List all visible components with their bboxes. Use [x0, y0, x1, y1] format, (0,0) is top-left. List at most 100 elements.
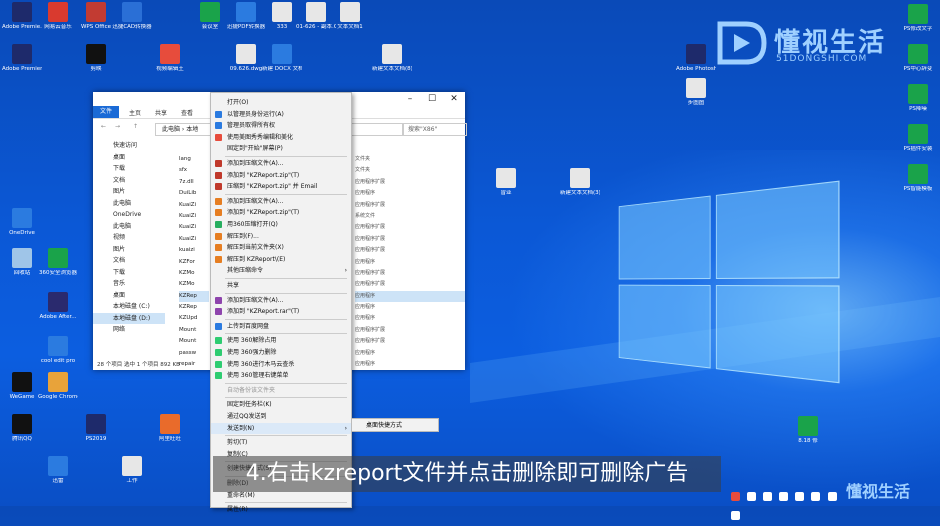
desktop-icon[interactable]: PS插件安装: [898, 124, 938, 152]
context-menu-item[interactable]: 解压到(F)...: [211, 231, 351, 242]
file-row-name[interactable]: KuaiZi: [179, 200, 209, 211]
desktop-icon[interactable]: 迅雷: [38, 456, 78, 484]
file-row-name[interactable]: KuaiZi: [179, 222, 209, 233]
tab-file[interactable]: 文件: [93, 106, 119, 118]
nav-item[interactable]: 音乐: [93, 278, 165, 290]
tray-icon[interactable]: [747, 492, 757, 501]
keyboard-icon[interactable]: [795, 492, 805, 501]
desktop-icon[interactable]: 会议室: [190, 2, 230, 30]
tray-icon[interactable]: [731, 511, 740, 520]
context-menu-item[interactable]: 发送到(N) ›: [211, 422, 351, 434]
desktop-icon[interactable]: 回收站: [2, 248, 42, 276]
desktop-icon[interactable]: 新建文本文档(3): [560, 168, 600, 196]
context-menu-item[interactable]: 添加到 "KZReport.zip"(T): [211, 170, 351, 181]
nav-item[interactable]: 此电脑: [93, 221, 165, 233]
context-menu-item[interactable]: 打开(O): [211, 97, 351, 108]
file-row-name[interactable]: 7z.dll: [179, 177, 209, 188]
forward-arrow-icon[interactable]: →: [115, 123, 120, 130]
context-menu-item[interactable]: 固定到任务栏(K): [211, 399, 351, 410]
desktop-icon[interactable]: 网易云音乐: [38, 2, 78, 30]
nav-item[interactable]: 快速访问: [93, 140, 165, 152]
search-input[interactable]: 搜索"X86": [403, 123, 467, 136]
desktop-icon[interactable]: WeGame: [2, 372, 42, 400]
file-row-name[interactable]: KZRep: [179, 302, 209, 313]
desktop-icon[interactable]: 视频编辑王: [150, 44, 190, 72]
nav-item[interactable]: 此电脑: [93, 198, 165, 210]
desktop-icon[interactable]: Adobe After...: [38, 292, 78, 320]
file-row-name[interactable]: KZFor: [179, 257, 209, 268]
desktop-icon[interactable]: Google Chrome: [38, 372, 78, 400]
nav-item[interactable]: 桌面: [93, 290, 165, 302]
desktop-icon[interactable]: 迅捷CAD转换器: [112, 2, 152, 30]
file-row-name[interactable]: kuaizi: [179, 245, 209, 256]
nav-item[interactable]: 文档: [93, 175, 165, 187]
close-button[interactable]: ✕: [443, 92, 465, 106]
context-menu-item[interactable]: 添加到压缩文件(A)...: [211, 158, 351, 169]
submenu-desktop-shortcut[interactable]: 桌面快捷方式: [351, 418, 439, 432]
file-row-name[interactable]: repair: [179, 359, 209, 370]
back-arrow-icon[interactable]: ←: [101, 123, 106, 130]
context-menu-item[interactable]: 通过QQ发送到: [211, 411, 351, 422]
desktop-icon[interactable]: 迅捷PDF转换器: [226, 2, 266, 30]
context-menu-item[interactable]: 添加到 "KZReport.rar"(T): [211, 306, 351, 317]
context-menu-item[interactable]: 自动备份该文件夹: [211, 385, 351, 396]
desktop-icon[interactable]: PS2019: [76, 414, 116, 442]
nav-item[interactable]: 本地磁盘 (C:): [93, 301, 165, 313]
context-menu-item[interactable]: 添加到压缩文件(A)...: [211, 196, 351, 207]
context-menu-item[interactable]: 添加到压缩文件(A)...: [211, 295, 351, 306]
file-row-name[interactable]: KZMo: [179, 279, 209, 290]
nav-item[interactable]: 图片: [93, 186, 165, 198]
tab-view[interactable]: 查看: [181, 108, 193, 117]
nav-item[interactable]: 视频: [93, 232, 165, 244]
nav-item[interactable]: 文档: [93, 255, 165, 267]
file-row-name[interactable]: DuiLib: [179, 188, 209, 199]
desktop-icon[interactable]: Adobe Photosh...: [676, 44, 716, 72]
tray-icon[interactable]: [763, 492, 773, 501]
context-menu-item[interactable]: 共享: [211, 280, 351, 291]
desktop-icon[interactable]: 09.626.dwg: [226, 44, 266, 72]
microphone-icon[interactable]: [779, 492, 789, 501]
context-menu-item[interactable]: 上传到百度网盘: [211, 321, 351, 332]
file-row-name[interactable]: lang: [179, 154, 209, 165]
context-menu-item[interactable]: 使用 360解除占用: [211, 335, 351, 346]
desktop-icon[interactable]: PS降噪: [898, 84, 938, 112]
desktop-icon[interactable]: WPS Office: [76, 2, 116, 30]
tab-home[interactable]: 主页: [129, 108, 141, 117]
desktop-icon[interactable]: cool edit pro: [38, 336, 78, 364]
file-row-name[interactable]: passw: [179, 348, 209, 359]
file-row-name[interactable]: KZRep: [179, 290, 209, 303]
sogou-input-icon[interactable]: [731, 492, 740, 501]
desktop-icon[interactable]: 阿里旺旺: [150, 414, 190, 442]
desktop-icon[interactable]: PS智能模板: [898, 164, 938, 192]
context-menu-item[interactable]: 使用美图秀秀编辑和美化: [211, 132, 351, 143]
context-menu-item[interactable]: 剪切(T): [211, 437, 351, 448]
desktop-icon[interactable]: Adobe Premie...: [2, 2, 42, 30]
context-menu-item[interactable]: 管理员取得所有权: [211, 120, 351, 131]
desktop-icon[interactable]: 新建 DOCX 文档: [262, 44, 302, 72]
file-row-name[interactable]: sfx: [179, 165, 209, 176]
context-menu-item[interactable]: 压缩到 "KZReport.zip" 并 Email: [211, 181, 351, 192]
file-row-name[interactable]: KuaiZi: [179, 211, 209, 222]
desktop-icon[interactable]: 工作: [112, 456, 152, 484]
file-row-name[interactable]: Mount: [179, 336, 209, 347]
context-menu-item[interactable]: 使用 360进行木马云查杀: [211, 359, 351, 370]
context-menu-item[interactable]: 用360压缩打开(Q): [211, 219, 351, 230]
desktop-icon[interactable]: 剪映: [76, 44, 116, 72]
desktop-icon[interactable]: 步图图: [676, 78, 716, 106]
nav-item[interactable]: 下载: [93, 163, 165, 175]
file-row-name[interactable]: KuaiZi: [179, 234, 209, 245]
file-row-name[interactable]: Mount: [179, 325, 209, 336]
context-menu-item[interactable]: 使用 360管理右键菜单: [211, 370, 351, 381]
file-row-name[interactable]: KZUpd: [179, 313, 209, 324]
context-menu-item[interactable]: 其他压缩命令 ›: [211, 265, 351, 276]
desktop-icon[interactable]: 360安全浏览器: [38, 248, 78, 276]
minimize-button[interactable]: –: [399, 92, 421, 106]
desktop-icon[interactable]: OneDrive: [2, 208, 42, 236]
nav-item[interactable]: 本地磁盘 (D:): [93, 312, 165, 324]
context-menu-item[interactable]: 解压到当前文件夹(X): [211, 242, 351, 253]
nav-item[interactable]: OneDrive: [93, 209, 165, 221]
desktop-icon[interactable]: Adobe Premiere...: [2, 44, 42, 72]
desktop-icon[interactable]: 新建文本文档(8): [372, 44, 412, 72]
context-menu-item[interactable]: 固定到"开始"屏幕(P): [211, 143, 351, 154]
tab-share[interactable]: 共享: [155, 108, 167, 117]
